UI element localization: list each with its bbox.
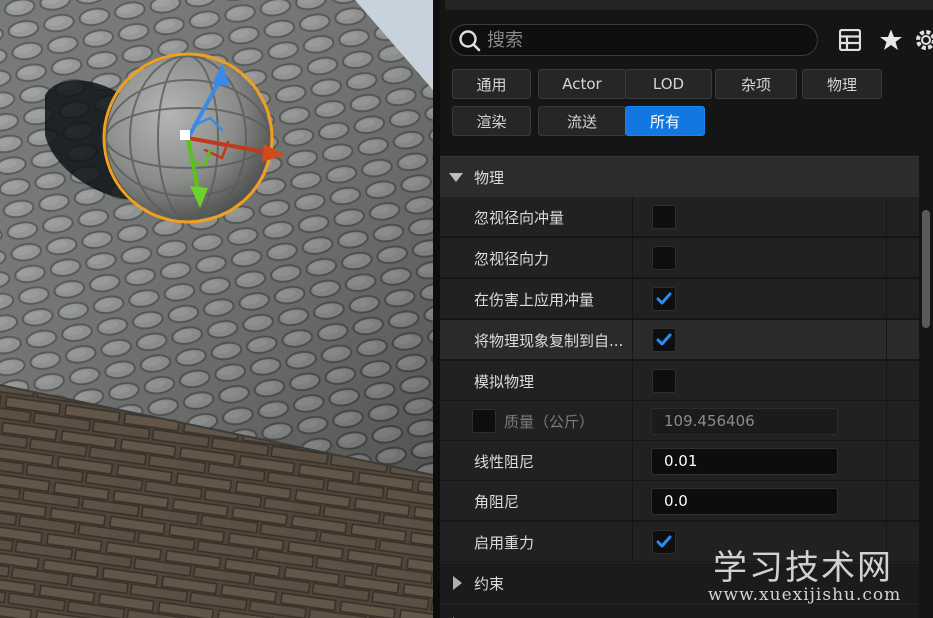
level-viewport[interactable] bbox=[0, 0, 433, 618]
property-label: 忽视径向冲量 bbox=[474, 209, 565, 227]
property-row: 模拟物理 bbox=[440, 361, 919, 401]
section-physics-header[interactable]: 物理 bbox=[440, 156, 919, 197]
apply-impulse-on-damage-checkbox[interactable] bbox=[652, 287, 676, 311]
property-label: 模拟物理 bbox=[474, 373, 535, 391]
search-box[interactable] bbox=[450, 24, 818, 56]
property-row: 在伤害上应用冲量 bbox=[440, 279, 919, 319]
property-label: 忽视径向力 bbox=[474, 250, 550, 268]
panel-header-strip bbox=[445, 0, 933, 10]
mass-field: 109.456406 bbox=[651, 408, 838, 435]
angular-damping-field[interactable]: 0.0 bbox=[651, 488, 838, 515]
section-title: 约束 bbox=[474, 575, 505, 593]
ignore-radial-force-checkbox[interactable] bbox=[652, 246, 676, 270]
watermark-text: 学习技术网 bbox=[713, 548, 893, 588]
property-label: 角阻尼 bbox=[474, 493, 520, 511]
table-view-icon[interactable] bbox=[836, 26, 864, 54]
replicate-physics-checkbox[interactable] bbox=[652, 328, 676, 352]
tab-rendering[interactable]: 渲染 bbox=[452, 106, 531, 136]
linear-damping-field[interactable]: 0.01 bbox=[651, 448, 838, 475]
checkmark-icon bbox=[656, 292, 672, 305]
section-title: 物理 bbox=[474, 169, 505, 187]
tab-misc[interactable]: 杂项 bbox=[715, 69, 797, 99]
checkmark-icon bbox=[656, 535, 672, 548]
gear-icon[interactable] bbox=[912, 26, 933, 54]
details-panel: 通用 Actor LOD 杂项 物理 渲染 流送 所有 物理 忽视径向冲量 忽视… bbox=[433, 0, 933, 618]
tab-all[interactable]: 所有 bbox=[625, 106, 705, 136]
search-icon bbox=[458, 29, 482, 53]
property-row: 忽视径向冲量 bbox=[440, 197, 919, 237]
scrollbar-thumb[interactable] bbox=[922, 210, 930, 328]
property-label: 在伤害上应用冲量 bbox=[474, 291, 595, 309]
tab-lod[interactable]: LOD bbox=[625, 69, 712, 99]
tab-physics[interactable]: 物理 bbox=[802, 69, 882, 99]
tab-streaming[interactable]: 流送 bbox=[538, 106, 626, 136]
property-row: 线性阻尼 0.01 bbox=[440, 441, 919, 481]
star-icon[interactable] bbox=[877, 26, 905, 54]
watermark-url: www.xuexijishu.com bbox=[708, 585, 902, 605]
mass-override-checkbox[interactable] bbox=[472, 409, 496, 433]
checkmark-icon bbox=[656, 333, 672, 346]
search-input[interactable] bbox=[487, 28, 807, 52]
tab-actor[interactable]: Actor bbox=[538, 69, 626, 99]
property-row: 将物理现象复制到自... bbox=[440, 320, 919, 360]
property-row: 质量（公斤） 109.456406 bbox=[440, 401, 919, 441]
ignore-radial-impulse-checkbox[interactable] bbox=[652, 205, 676, 229]
property-label: 线性阻尼 bbox=[474, 453, 535, 471]
viewport-scene bbox=[0, 0, 433, 618]
enable-gravity-checkbox[interactable] bbox=[652, 530, 676, 554]
collapse-triangle-icon bbox=[449, 173, 463, 182]
property-row: 角阻尼 0.0 bbox=[440, 481, 919, 521]
tab-general[interactable]: 通用 bbox=[452, 69, 531, 99]
panel-splitter[interactable] bbox=[433, 0, 440, 618]
property-label: 质量（公斤） bbox=[504, 413, 595, 431]
section-next-header[interactable] bbox=[440, 603, 919, 618]
expand-triangle-icon bbox=[453, 576, 462, 590]
property-label: 将物理现象复制到自... bbox=[474, 332, 624, 350]
property-label: 启用重力 bbox=[474, 534, 535, 552]
property-row: 忽视径向力 bbox=[440, 238, 919, 278]
simulate-physics-checkbox[interactable] bbox=[652, 369, 676, 393]
